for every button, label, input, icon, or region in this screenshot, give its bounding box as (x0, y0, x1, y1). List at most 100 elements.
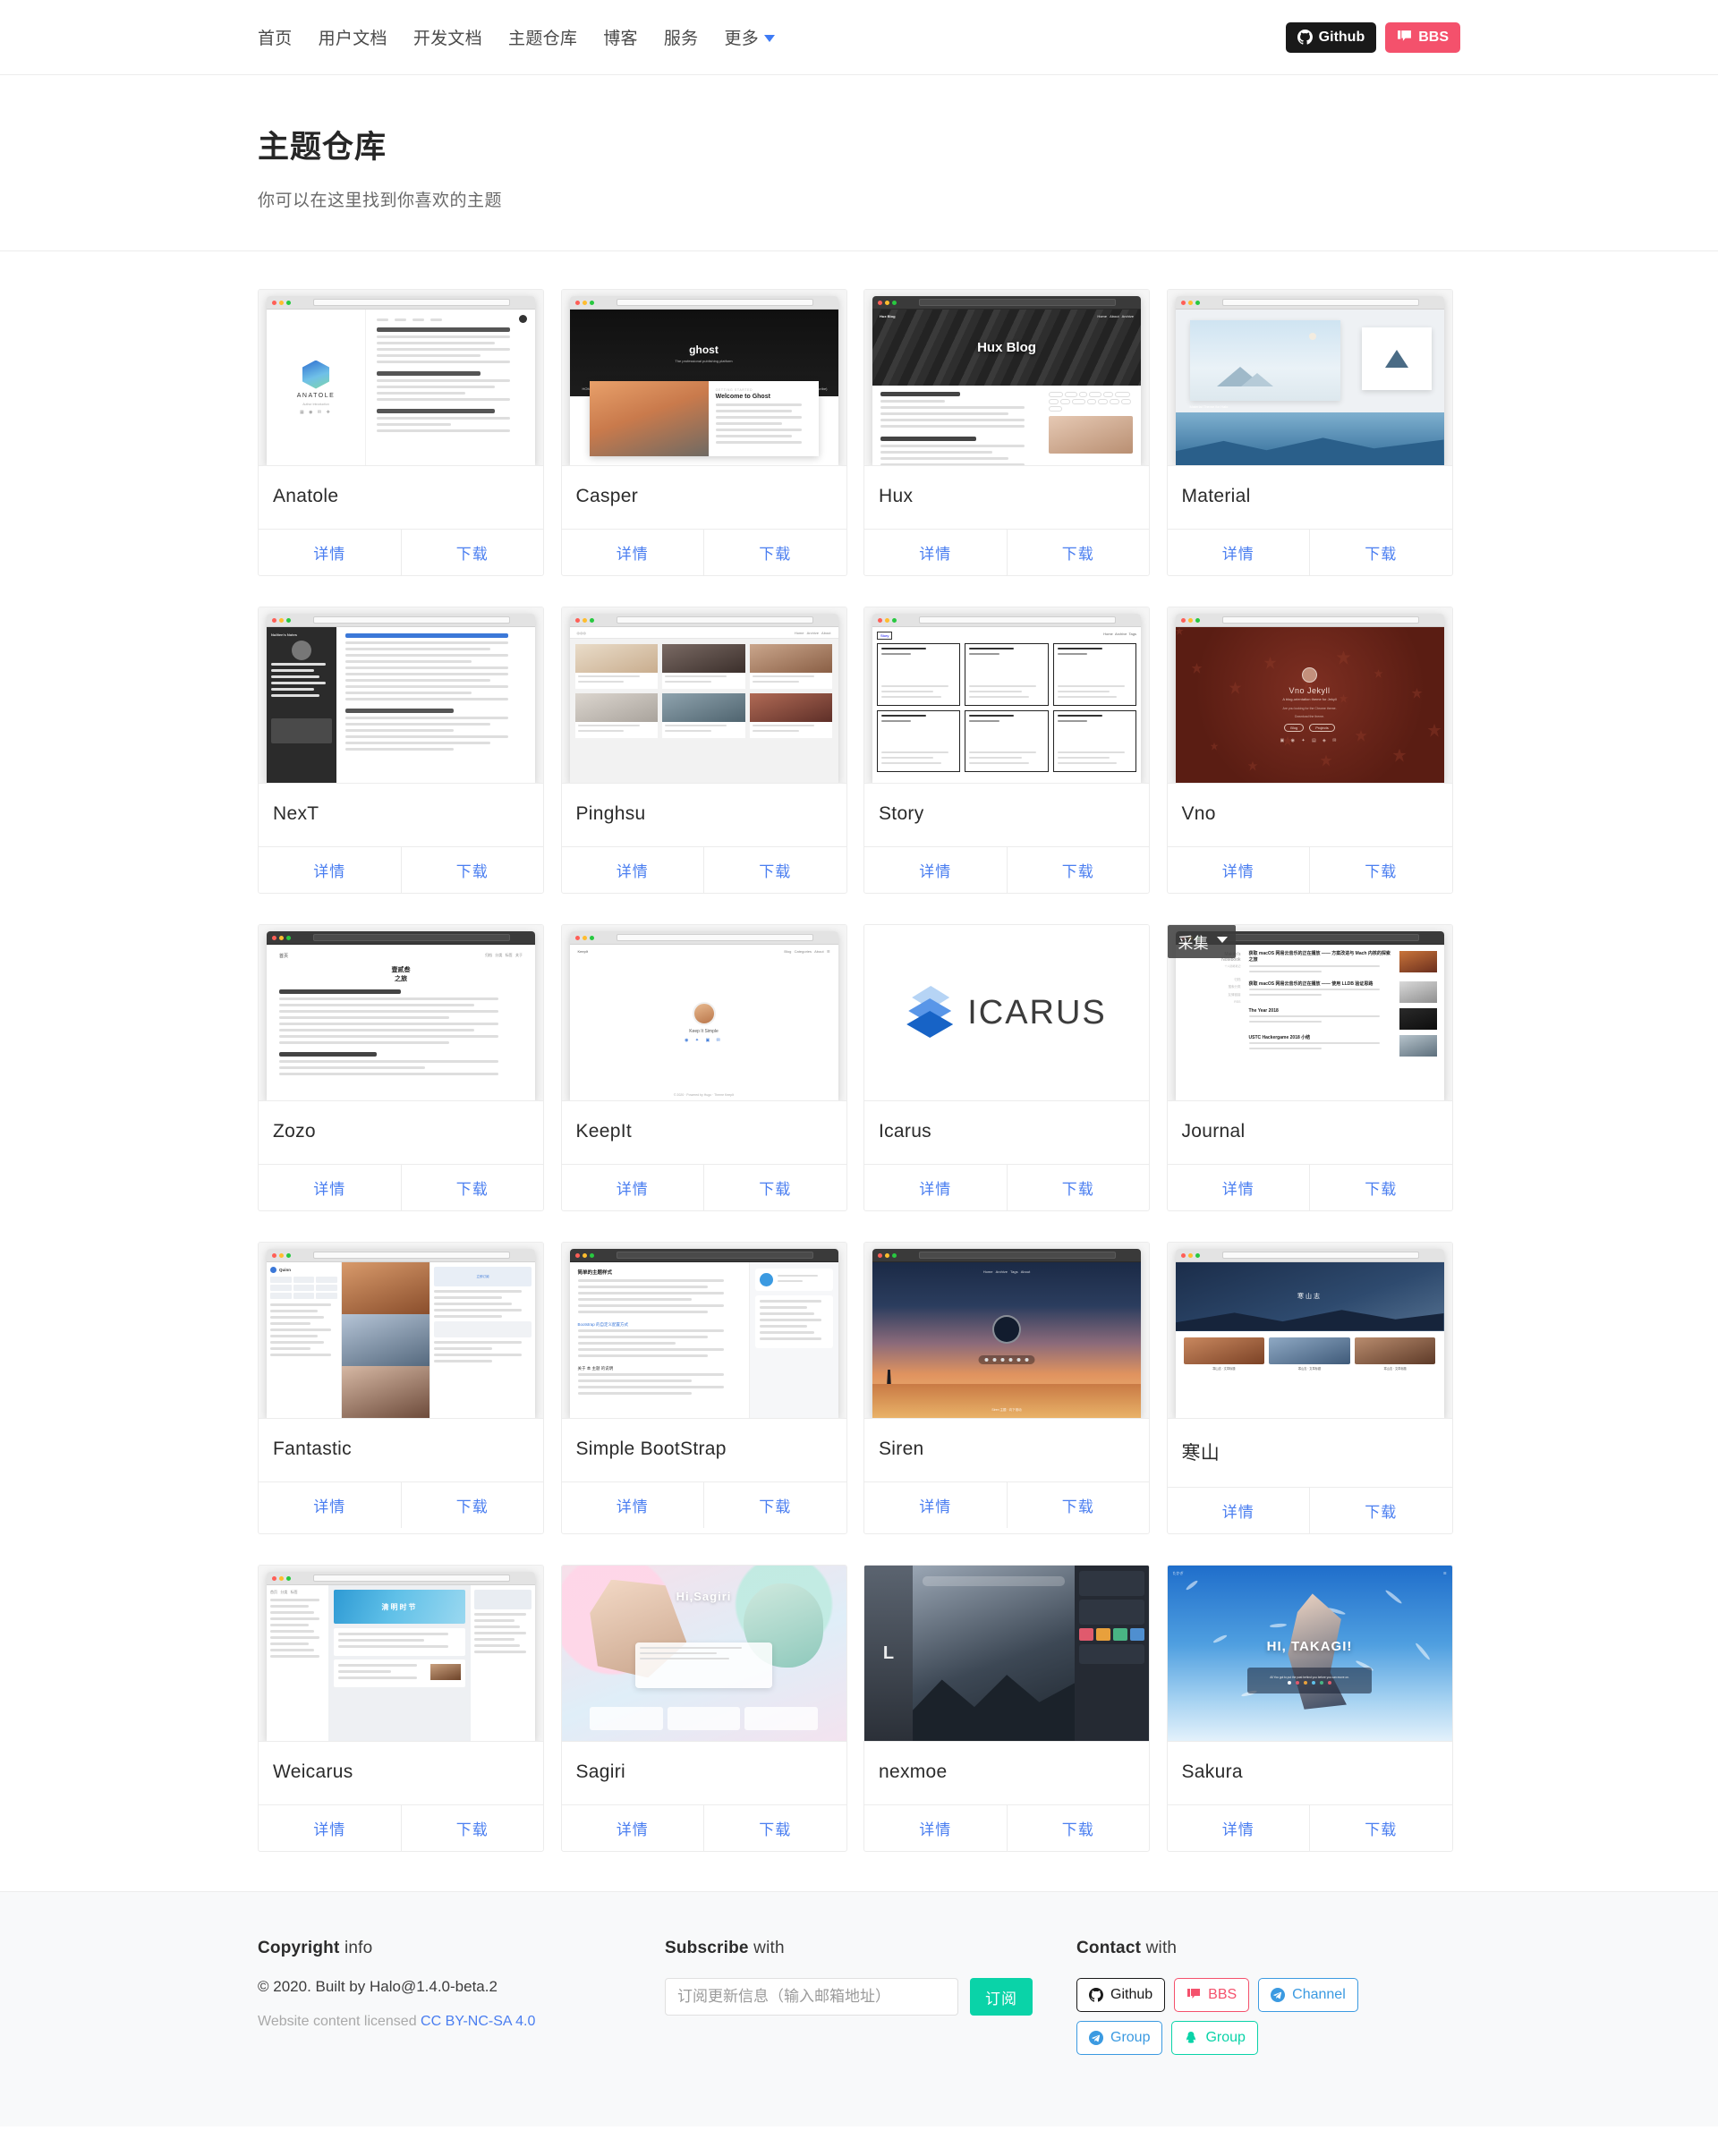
window-min-dot (583, 301, 587, 305)
theme-download-button[interactable]: 下载 (401, 1165, 544, 1210)
nav-blog[interactable]: 博客 (603, 25, 638, 49)
theme-download-button[interactable]: 下载 (1007, 847, 1150, 893)
nav-bbs-button[interactable]: BBS (1385, 22, 1460, 53)
theme-card-actions: 详情 下载 (259, 1164, 543, 1210)
theme-thumbnail[interactable]: ANATOLE Author Introduction ▦ ◉ ✉ ❖ (259, 290, 543, 465)
theme-thumbnail[interactable]: Story Home Archive Tags (864, 607, 1149, 783)
theme-detail-button[interactable]: 详情 (259, 1482, 401, 1528)
nav-user-docs[interactable]: 用户文档 (319, 25, 387, 49)
theme-detail-button[interactable]: 详情 (1168, 1165, 1310, 1210)
theme-thumbnail[interactable]: ghost The professional publishing platfor… (562, 290, 846, 465)
theme-thumbnail[interactable]: Hux Blog Hux Blog Home About Archive (864, 290, 1149, 465)
theme-thumbnail[interactable]: Makito'sNotebook个人随笔笔记归档搜索分类友情链接RSS获取 ma… (1168, 925, 1452, 1100)
subscribe-email-input[interactable] (665, 1978, 958, 2016)
theme-detail-button[interactable]: 详情 (864, 530, 1007, 575)
theme-thumbnail[interactable]: 首页 分类 标签 清明时节 (259, 1566, 543, 1741)
theme-name: Sagiri (576, 1761, 832, 1783)
theme-card-actions: 详情 下载 (864, 1481, 1149, 1528)
window-min-dot (1188, 1253, 1193, 1258)
theme-thumbnail[interactable]: 简单的主题样式 Bootstrap 的自定义配置方式 关于 本 主题 的说明 (562, 1243, 846, 1418)
theme-card-body: Icarus (864, 1100, 1149, 1164)
nav-home[interactable]: 首页 (258, 25, 293, 49)
top-navbar: 首页 用户文档 开发文档 主题仓库 博客 服务 更多 Github BBS (0, 0, 1718, 75)
nav-github-button[interactable]: Github (1286, 22, 1377, 53)
capture-overlay-badge[interactable]: 采集 (1168, 925, 1236, 958)
window-min-dot (279, 936, 284, 940)
footer-subscribe-heading: Subscribe with (665, 1939, 1076, 1958)
theme-thumbnail[interactable]: L (864, 1566, 1149, 1741)
theme-thumbnail[interactable]: 寒山志 寒山志 · 文章标题 寒山志 · 文章标题 寒山志 · 文章标题 (1168, 1243, 1452, 1418)
theme-download-button[interactable]: 下载 (1007, 530, 1150, 575)
window-close-dot (878, 1253, 882, 1258)
theme-card-body: Hux (864, 465, 1149, 529)
theme-detail-button[interactable]: 详情 (562, 1805, 704, 1851)
theme-download-button[interactable]: 下载 (703, 1805, 846, 1851)
nav-service[interactable]: 服务 (664, 25, 699, 49)
mock-url-bar (313, 299, 510, 306)
nav-more[interactable]: 更多 (724, 25, 775, 49)
subscribe-button[interactable]: 订阅 (970, 1978, 1033, 2016)
theme-thumbnail[interactable]: HI, TAKAGI! All You got to put the past b… (1168, 1566, 1452, 1741)
theme-download-button[interactable]: 下载 (1309, 1488, 1452, 1533)
contact-qq-button[interactable]: Group (1171, 2021, 1257, 2055)
theme-card-body: KeepIt (562, 1100, 846, 1164)
theme-download-button[interactable]: 下载 (703, 530, 846, 575)
theme-download-button[interactable]: 下载 (1309, 1165, 1452, 1210)
theme-detail-button[interactable]: 详情 (259, 530, 401, 575)
theme-download-button[interactable]: 下载 (1309, 1805, 1452, 1851)
nav-themes[interactable]: 主题仓库 (508, 25, 577, 49)
theme-name: Siren (879, 1439, 1135, 1460)
theme-detail-button[interactable]: 详情 (864, 847, 1007, 893)
window-close-dot (1181, 301, 1186, 305)
theme-detail-button[interactable]: 详情 (259, 1165, 401, 1210)
theme-detail-button[interactable]: 详情 (562, 530, 704, 575)
theme-thumbnail[interactable]: ICARUS (864, 925, 1149, 1100)
theme-thumbnail[interactable]: ◎◎◎ Home Archive About (562, 607, 846, 783)
theme-detail-button[interactable]: 详情 (864, 1165, 1007, 1210)
theme-detail-button[interactable]: 详情 (259, 1805, 401, 1851)
contact-tg-button[interactable]: Group (1076, 2021, 1162, 2055)
theme-download-button[interactable]: 下载 (1007, 1165, 1150, 1210)
theme-detail-button[interactable]: 详情 (1168, 1805, 1310, 1851)
theme-thumbnail[interactable]: Material Theme for Halo (1168, 290, 1452, 465)
theme-thumbnail[interactable]: 首页 归档 分类 标签 关于 壹贰叁 之旅 (259, 925, 543, 1100)
contact-bbs-button[interactable]: BBS (1174, 1978, 1249, 2012)
theme-detail-button[interactable]: 详情 (562, 1482, 704, 1528)
theme-download-button[interactable]: 下载 (1007, 1482, 1150, 1528)
contact-gh-button[interactable]: Github (1076, 1978, 1165, 2012)
theme-thumbnail[interactable]: KeepIt Blog Categories About ☰ Keep It Sim… (562, 925, 846, 1100)
footer-license-link[interactable]: CC BY-NC-SA 4.0 (421, 2014, 535, 2029)
theme-detail-button[interactable]: 详情 (1168, 530, 1310, 575)
theme-detail-button[interactable]: 详情 (259, 847, 401, 893)
theme-detail-button[interactable]: 详情 (562, 847, 704, 893)
theme-download-button[interactable]: 下载 (703, 847, 846, 893)
theme-card-body: 寒山 (1168, 1418, 1452, 1487)
theme-download-button[interactable]: 下载 (401, 1805, 544, 1851)
mock-browser-bar (872, 296, 1141, 310)
nav-dev-docs[interactable]: 开发文档 (413, 25, 482, 49)
contact-label: Group (1205, 2030, 1245, 2046)
theme-download-button[interactable]: 下载 (401, 530, 544, 575)
theme-download-button[interactable]: 下载 (1309, 847, 1452, 893)
theme-card-body: Weicarus (259, 1741, 543, 1804)
theme-detail-button[interactable]: 详情 (1168, 1488, 1310, 1533)
mock-browser: Story Home Archive Tags (864, 607, 1149, 783)
theme-detail-button[interactable]: 详情 (864, 1482, 1007, 1528)
theme-detail-button[interactable]: 详情 (1168, 847, 1310, 893)
theme-download-button[interactable]: 下载 (401, 1482, 544, 1528)
theme-download-button[interactable]: 下载 (1007, 1805, 1150, 1851)
theme-download-button[interactable]: 下载 (1309, 530, 1452, 575)
theme-thumbnail[interactable]: Hi,Sagiri (562, 1566, 846, 1741)
theme-thumbnail[interactable]: Vno Jekyll A blog-orientation theme for J… (1168, 607, 1452, 783)
theme-download-button[interactable]: 下载 (703, 1482, 846, 1528)
theme-detail-button[interactable]: 详情 (562, 1165, 704, 1210)
contact-tg-button[interactable]: Channel (1258, 1978, 1358, 2012)
theme-thumbnail[interactable]: Nullten's Notes (259, 607, 543, 783)
theme-thumbnail[interactable]: Quinn 立即订阅 (259, 1243, 543, 1418)
theme-card-body: Journal (1168, 1100, 1452, 1164)
theme-card: Hux Blog Hux Blog Home About Archive Hux 详情下… (863, 289, 1150, 576)
theme-download-button[interactable]: 下载 (401, 847, 544, 893)
theme-download-button[interactable]: 下载 (703, 1165, 846, 1210)
theme-detail-button[interactable]: 详情 (864, 1805, 1007, 1851)
theme-thumbnail[interactable]: Home Archive Tags About Siren 主题 · 向下滚动 (864, 1243, 1149, 1418)
